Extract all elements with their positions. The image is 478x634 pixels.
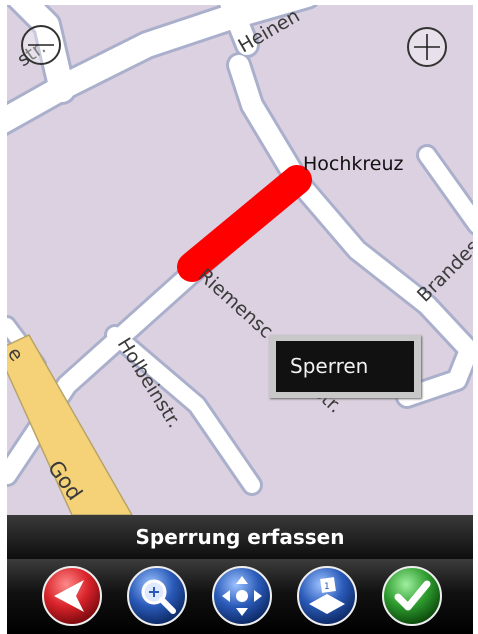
place-label-hochkreuz: Hochkreuz [303, 153, 404, 175]
screen-title: Sperrung erfassen [7, 515, 473, 559]
map-canvas[interactable]: Heinen str. Brandes Riemensc rstr. Holbe… [7, 5, 473, 515]
plus-circle-icon [414, 34, 440, 60]
block-road-button[interactable]: Sperren [276, 341, 414, 392]
confirm-check-icon [382, 566, 442, 626]
app-frame: Heinen str. Brandes Riemensc rstr. Holbe… [7, 5, 473, 634]
zoom-in-button[interactable] [407, 27, 447, 67]
map-view[interactable]: Heinen str. Brandes Riemensc rstr. Holbe… [7, 5, 473, 515]
confirm-button[interactable] [380, 564, 444, 628]
blocked-road-segment[interactable] [177, 165, 312, 282]
map-options-icon: 1 [297, 566, 357, 626]
context-popup: Sperren [269, 335, 421, 398]
back-arrow-icon [42, 566, 102, 626]
zoom-magnifier-icon [127, 566, 187, 626]
map-options-button[interactable]: 1 [295, 564, 359, 628]
back-button[interactable] [40, 564, 104, 628]
street-label-riemens: Riemensc [194, 264, 278, 342]
street-label-brandes: Brandes [413, 236, 473, 307]
minus-circle-icon [28, 44, 54, 46]
zoom-button[interactable] [125, 564, 189, 628]
bottom-toolbar: 1 [7, 559, 473, 634]
zoom-out-button[interactable] [21, 25, 61, 65]
pan-button[interactable] [210, 564, 274, 628]
svg-text:1: 1 [324, 582, 330, 592]
pan-arrows-icon [212, 566, 272, 626]
